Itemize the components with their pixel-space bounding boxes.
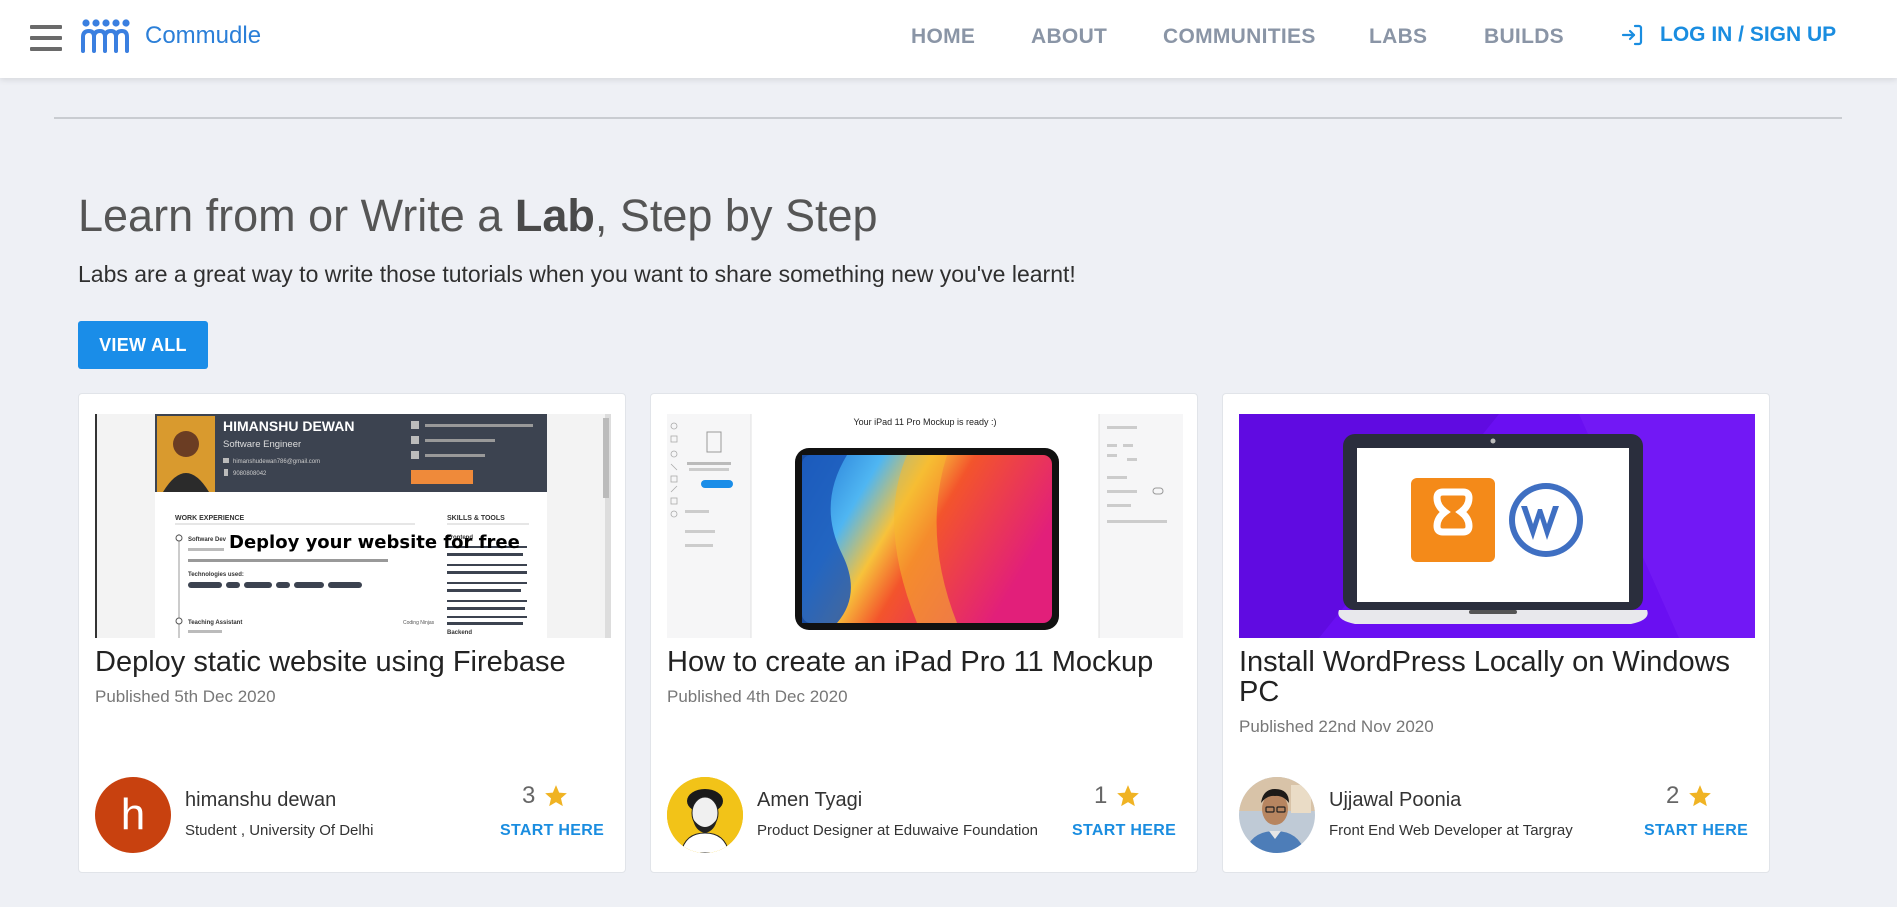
svg-text:Software Dev: Software Dev bbox=[188, 537, 227, 543]
svg-text:WORK EXPERIENCE: WORK EXPERIENCE bbox=[175, 515, 245, 522]
svg-text:Teaching Assistant: Teaching Assistant bbox=[188, 620, 242, 626]
avatar-letter: h bbox=[120, 790, 146, 839]
view-all-button[interactable]: VIEW ALL bbox=[78, 321, 208, 369]
start-here-link[interactable]: START HERE bbox=[1072, 822, 1176, 840]
author-name[interactable]: Amen Tyagi bbox=[757, 789, 862, 812]
author-avatar[interactable]: h bbox=[95, 777, 171, 853]
rating-count: 3 bbox=[522, 782, 536, 809]
svg-text:Coding Ninjas: Coding Ninjas bbox=[403, 620, 435, 626]
section-divider bbox=[54, 117, 1842, 119]
rating[interactable]: 2 bbox=[1666, 782, 1713, 810]
author-role: Front End Web Developer at Targray bbox=[1329, 822, 1573, 839]
star-icon bbox=[1117, 785, 1140, 807]
svg-text:SKILLS & TOOLS: SKILLS & TOOLS bbox=[447, 515, 505, 522]
login-label: LOG IN / SIGN UP bbox=[1660, 23, 1837, 46]
lab-publish-date: Published 22nd Nov 2020 bbox=[1239, 717, 1434, 736]
rating-count: 1 bbox=[1094, 782, 1108, 809]
hamburger-menu-icon[interactable] bbox=[30, 23, 62, 53]
lab-thumbnail[interactable]: Your iPad 11 Pro Mockup is ready :) bbox=[667, 414, 1183, 638]
author-role: Product Designer at Eduwaive Foundation bbox=[757, 822, 1039, 839]
svg-text:Deploy your website for free: Deploy your website for free bbox=[229, 532, 520, 553]
lab-title[interactable]: Deploy static website using Firebase bbox=[95, 647, 611, 677]
rating[interactable]: 1 bbox=[1094, 782, 1141, 810]
star-icon bbox=[545, 785, 568, 807]
lab-title[interactable]: Install WordPress Locally on Windows PC bbox=[1239, 647, 1755, 707]
author-name[interactable]: Ujjawal Poonia bbox=[1329, 789, 1461, 812]
svg-text:9080808042: 9080808042 bbox=[233, 471, 267, 477]
page-title: Learn from or Write a Lab, Step by Step bbox=[78, 190, 878, 241]
start-here-link[interactable]: START HERE bbox=[500, 822, 604, 840]
start-here-link[interactable]: START HERE bbox=[1644, 822, 1748, 840]
nav-builds[interactable]: BUILDS bbox=[1484, 25, 1564, 49]
nav-labs[interactable]: LABS bbox=[1369, 25, 1427, 49]
nav-about[interactable]: ABOUT bbox=[1031, 25, 1107, 49]
rating-count: 2 bbox=[1666, 782, 1680, 809]
lab-thumbnail[interactable]: HIMANSHU DEWAN Software Engineer himansh… bbox=[95, 414, 611, 638]
author-role: Student , University Of Delhi bbox=[185, 822, 374, 839]
login-arrow-icon bbox=[1621, 24, 1643, 46]
author-avatar[interactable] bbox=[667, 777, 743, 853]
page-subtitle: Labs are a great way to write those tuto… bbox=[78, 261, 1076, 287]
lab-card: Your iPad 11 Pro Mockup is ready :) How … bbox=[650, 393, 1198, 873]
star-icon bbox=[1689, 785, 1712, 807]
svg-text:Technologies used:: Technologies used: bbox=[188, 572, 244, 578]
svg-text:Software Engineer: Software Engineer bbox=[223, 439, 301, 450]
nav-home[interactable]: HOME bbox=[911, 25, 975, 49]
svg-text:HIMANSHU DEWAN: HIMANSHU DEWAN bbox=[223, 418, 354, 434]
lab-card: Install WordPress Locally on Windows PC … bbox=[1222, 393, 1770, 873]
author-name[interactable]: himanshu dewan bbox=[185, 789, 336, 812]
lab-title[interactable]: How to create an iPad Pro 11 Mockup bbox=[667, 647, 1183, 677]
lab-thumbnail[interactable] bbox=[1239, 414, 1755, 638]
lab-publish-date: Published 4th Dec 2020 bbox=[667, 687, 848, 706]
login-signup-link[interactable]: LOG IN / SIGN UP bbox=[1620, 23, 1836, 47]
svg-text:Your iPad 11 Pro Mockup is rea: Your iPad 11 Pro Mockup is ready :) bbox=[853, 417, 996, 427]
svg-text:Backend: Backend bbox=[447, 630, 472, 636]
lab-publish-date: Published 5th Dec 2020 bbox=[95, 687, 276, 706]
svg-text:himanshudewan786@gmail.com: himanshudewan786@gmail.com bbox=[233, 459, 320, 465]
top-navbar: Commudle HOME ABOUT COMMUNITIES LABS BUI… bbox=[0, 0, 1897, 78]
lab-card: HIMANSHU DEWAN Software Engineer himansh… bbox=[78, 393, 626, 873]
author-avatar[interactable] bbox=[1239, 777, 1315, 853]
commudle-logo-icon[interactable] bbox=[80, 18, 132, 54]
brand-name[interactable]: Commudle bbox=[145, 22, 261, 50]
nav-communities[interactable]: COMMUNITIES bbox=[1163, 25, 1316, 49]
rating[interactable]: 3 bbox=[522, 782, 569, 810]
